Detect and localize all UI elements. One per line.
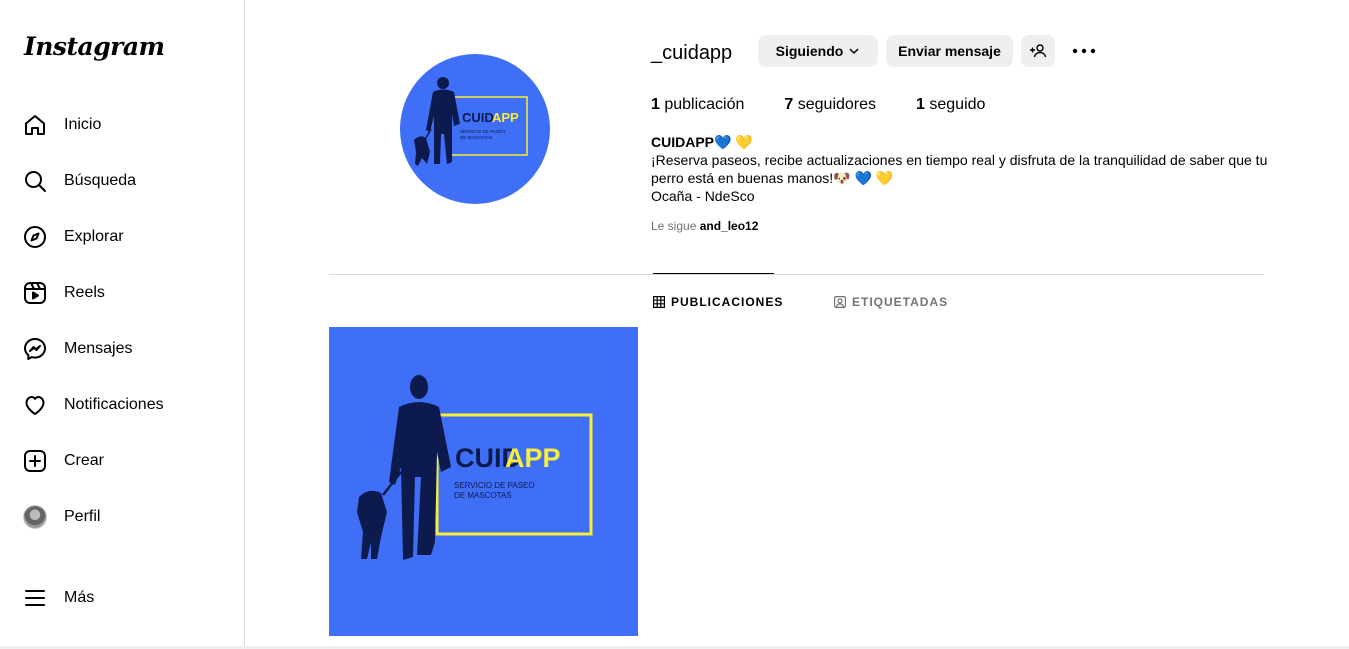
sidebar-item-label: Explorar (64, 228, 124, 245)
sidebar-item-inicio[interactable]: Inicio (12, 101, 234, 149)
post-thumbnail[interactable]: CUID APP SERVICIO DE PASEO DE MASCOTAS (329, 327, 638, 636)
profile-bio: CUIDAPP💙 💛 ¡Reserva paseos, recibe actua… (651, 133, 1271, 205)
followed-by-user: and_leo12 (699, 219, 759, 233)
followers-count: 7 (784, 96, 794, 113)
followed-by-prefix: Le sigue (651, 219, 700, 233)
grid-icon (653, 296, 665, 308)
tab-label: PUBLICACIONES (671, 295, 784, 309)
posts-count: 1 (651, 96, 660, 113)
sidebar-item-notificaciones[interactable]: Notificaciones (12, 381, 234, 429)
following-label: seguido (924, 96, 986, 113)
sidebar-item-label: Crear (64, 452, 105, 469)
logo-tagline-1: SERVICIO DE PASEO (460, 129, 506, 134)
avatar (23, 505, 47, 529)
profile-stats: 1 publicación 7 seguidores 1 seguido (651, 96, 1025, 114)
sidebar-item-label: Búsqueda (64, 172, 137, 189)
sidebar-item-mensajes[interactable]: Mensajes (12, 325, 234, 373)
messenger-icon (22, 336, 48, 362)
heart-icon (22, 392, 48, 418)
posts-label: publicación (659, 96, 745, 113)
sidebar-item-reels[interactable]: Reels (12, 269, 234, 317)
instagram-logo[interactable]: Instagram (24, 32, 165, 61)
profile-display-name: CUIDAPP💙 💛 (651, 134, 753, 150)
post-tagline-2: DE MASCOTAS (454, 491, 512, 500)
followed-by[interactable]: Le sigue and_leo12 (651, 219, 758, 233)
sidebar-item-explorar[interactable]: Explorar (12, 213, 234, 261)
profile-picture[interactable]: CUID APP SERVICIO DE PASEO DE MASCOTAS (400, 54, 550, 204)
sidebar-item-perfil[interactable]: Perfil (12, 493, 234, 541)
tab-etiquetadas[interactable]: ETIQUETADAS (834, 294, 948, 310)
send-message-button[interactable]: Enviar mensaje (886, 35, 1013, 67)
sidebar-item-label: Mensajes (64, 340, 133, 357)
active-tab-indicator (653, 273, 774, 274)
profile-username: _cuidapp (651, 42, 733, 64)
home-icon (22, 112, 48, 138)
followers-stat[interactable]: 7 seguidores (784, 96, 876, 114)
sidebar-item-label: Notificaciones (64, 396, 164, 413)
post-tagline-1: SERVICIO DE PASEO (454, 481, 535, 490)
posts-stat: 1 publicación (651, 96, 744, 114)
sidebar-item-label: Más (64, 589, 95, 606)
logo-brand-light-text: APP (492, 110, 519, 125)
following-button-label: Siguiendo (775, 43, 844, 59)
sidebar-item-label: Perfil (64, 508, 101, 525)
suggested-users-button[interactable] (1021, 35, 1055, 67)
profile-main: CUID APP SERVICIO DE PASEO DE MASCOTAS _… (245, 0, 1349, 649)
bio-text: ¡Reserva paseos, recibe actualizaciones … (651, 152, 1268, 186)
chevron-down-icon (848, 45, 860, 57)
tagged-user-icon (834, 296, 846, 308)
sidebar-item-mas[interactable]: Más (12, 574, 234, 622)
tabs-divider (329, 274, 1264, 275)
more-options-icon[interactable] (1071, 38, 1097, 64)
sidebar-item-busqueda[interactable]: Búsqueda (12, 157, 234, 205)
bio-location: Ocaña - NdeSco (651, 188, 755, 204)
tab-label: ETIQUETADAS (852, 295, 949, 309)
sidebar: Instagram Inicio Búsqueda Explorar Reels… (0, 0, 245, 649)
following-button[interactable]: Siguiendo (758, 35, 878, 67)
reels-icon (22, 280, 48, 306)
search-icon (22, 168, 48, 194)
sidebar-item-crear[interactable]: Crear (12, 437, 234, 485)
logo-tagline-2: DE MASCOTAS (460, 135, 492, 140)
tab-publicaciones[interactable]: PUBLICACIONES (653, 294, 783, 310)
following-stat[interactable]: 1 seguido (916, 96, 985, 114)
add-user-icon (1029, 43, 1047, 59)
followers-label: seguidores (793, 96, 877, 113)
hamburger-menu-icon (22, 585, 48, 611)
sidebar-item-label: Inicio (64, 116, 102, 133)
compass-icon (22, 224, 48, 250)
plus-square-icon (22, 448, 48, 474)
following-count: 1 (916, 96, 925, 113)
sidebar-item-label: Reels (64, 284, 105, 301)
post-brand-light-text: APP (505, 443, 561, 473)
logo-brand-dark-text: CUID (462, 110, 494, 125)
